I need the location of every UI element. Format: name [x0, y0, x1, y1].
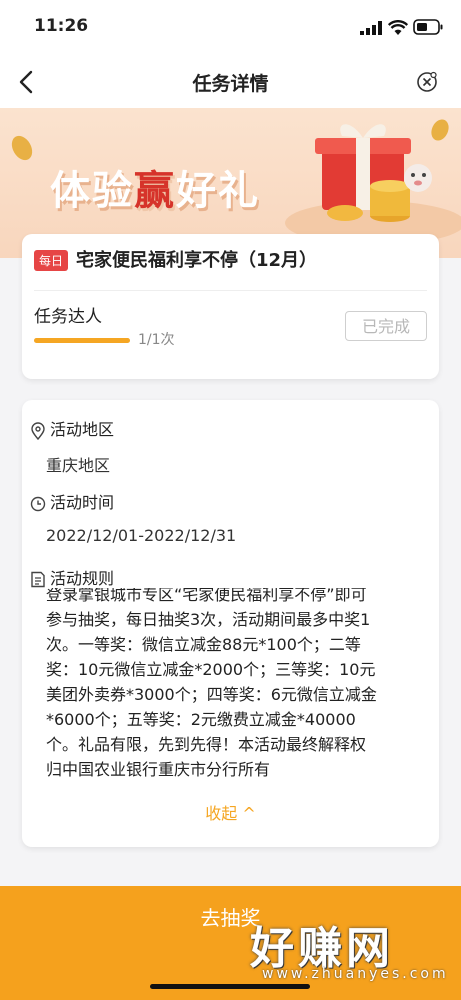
- time-section-header: 活动时间: [30, 489, 114, 513]
- rules-line: 个。礼品有限，先到先得！本活动最终解释权: [46, 735, 367, 754]
- rules-line: *6000个；五等奖：2元缴费立减金*40000: [46, 710, 356, 729]
- region-label: 活动地区: [50, 420, 115, 439]
- nav-bar: 任务详情: [0, 56, 461, 108]
- status-time: 11:26: [34, 16, 89, 36]
- rules-text-scroll[interactable]: 登录掌银城市专区“宅家便民福利享不停”即可 参与抽奖，每日抽奖3次，活动期间最多中…: [46, 588, 426, 796]
- task-title: 宅家便民福利享不停（12月）: [76, 250, 318, 271]
- rules-line: 登录掌银城市专区“宅家便民福利享不停”即可: [46, 588, 367, 604]
- rules-line: 奖：10元微信立减金*2000个；三等奖：10元: [46, 660, 376, 679]
- rules-text: 登录掌银城市专区“宅家便民福利享不停”即可 参与抽奖，每日抽奖3次，活动期间最多中…: [46, 588, 426, 782]
- completed-button[interactable]: 已完成: [345, 311, 427, 341]
- banner-title-highlight: 赢: [134, 168, 176, 214]
- task-name: 任务达人: [34, 307, 102, 327]
- clock-icon: [30, 496, 46, 511]
- rules-line: 美团外卖券*3000个；四等奖：6元微信立减金: [46, 685, 377, 704]
- banner-title-part: 体验: [50, 168, 134, 214]
- task-card: 每日 宅家便民福利享不停（12月） 任务达人 1/1次 已完成: [22, 234, 439, 379]
- rules-line: 参与抽奖，每日抽奖3次，活动期间最多中奖1: [46, 610, 371, 629]
- page-title: 任务详情: [192, 73, 269, 95]
- rules-section-header: 活动规则: [30, 565, 114, 589]
- collapse-button[interactable]: 收起 ^: [22, 800, 439, 824]
- region-value: 重庆地区: [46, 456, 111, 475]
- time-value: 2022/12/01-2022/12/31: [46, 526, 237, 545]
- task-progress-text: 1/1次: [138, 332, 175, 348]
- task-progress-fill: [34, 338, 130, 343]
- document-icon: [31, 571, 45, 588]
- task-progress-bar: [34, 338, 130, 343]
- home-indicator: [150, 984, 310, 989]
- signal-icon: [360, 21, 382, 35]
- banner-title: 体验赢好礼: [50, 158, 260, 216]
- wifi-icon: [388, 20, 408, 35]
- battery-icon: [413, 19, 443, 35]
- time-label: 活动时间: [50, 493, 115, 512]
- activity-details-card: 活动地区 重庆地区 活动时间 2022/12/01-2022/12/31 活动规…: [22, 400, 439, 847]
- divider: [34, 290, 427, 291]
- daily-badge: 每日: [34, 250, 69, 271]
- status-bar: 11:26: [0, 0, 461, 56]
- close-icon[interactable]: [415, 70, 439, 94]
- location-pin-icon: [31, 421, 45, 440]
- region-section-header: 活动地区: [30, 416, 114, 440]
- rules-line: 归中国农业银行重庆市分行所有: [46, 760, 271, 779]
- rules-line: 次。一等奖：微信立减金88元*100个；二等: [46, 635, 361, 654]
- rules-label: 活动规则: [50, 569, 115, 588]
- banner-title-part: 好礼: [176, 168, 260, 214]
- watermark-url: www.zhuanyes.com: [262, 966, 449, 982]
